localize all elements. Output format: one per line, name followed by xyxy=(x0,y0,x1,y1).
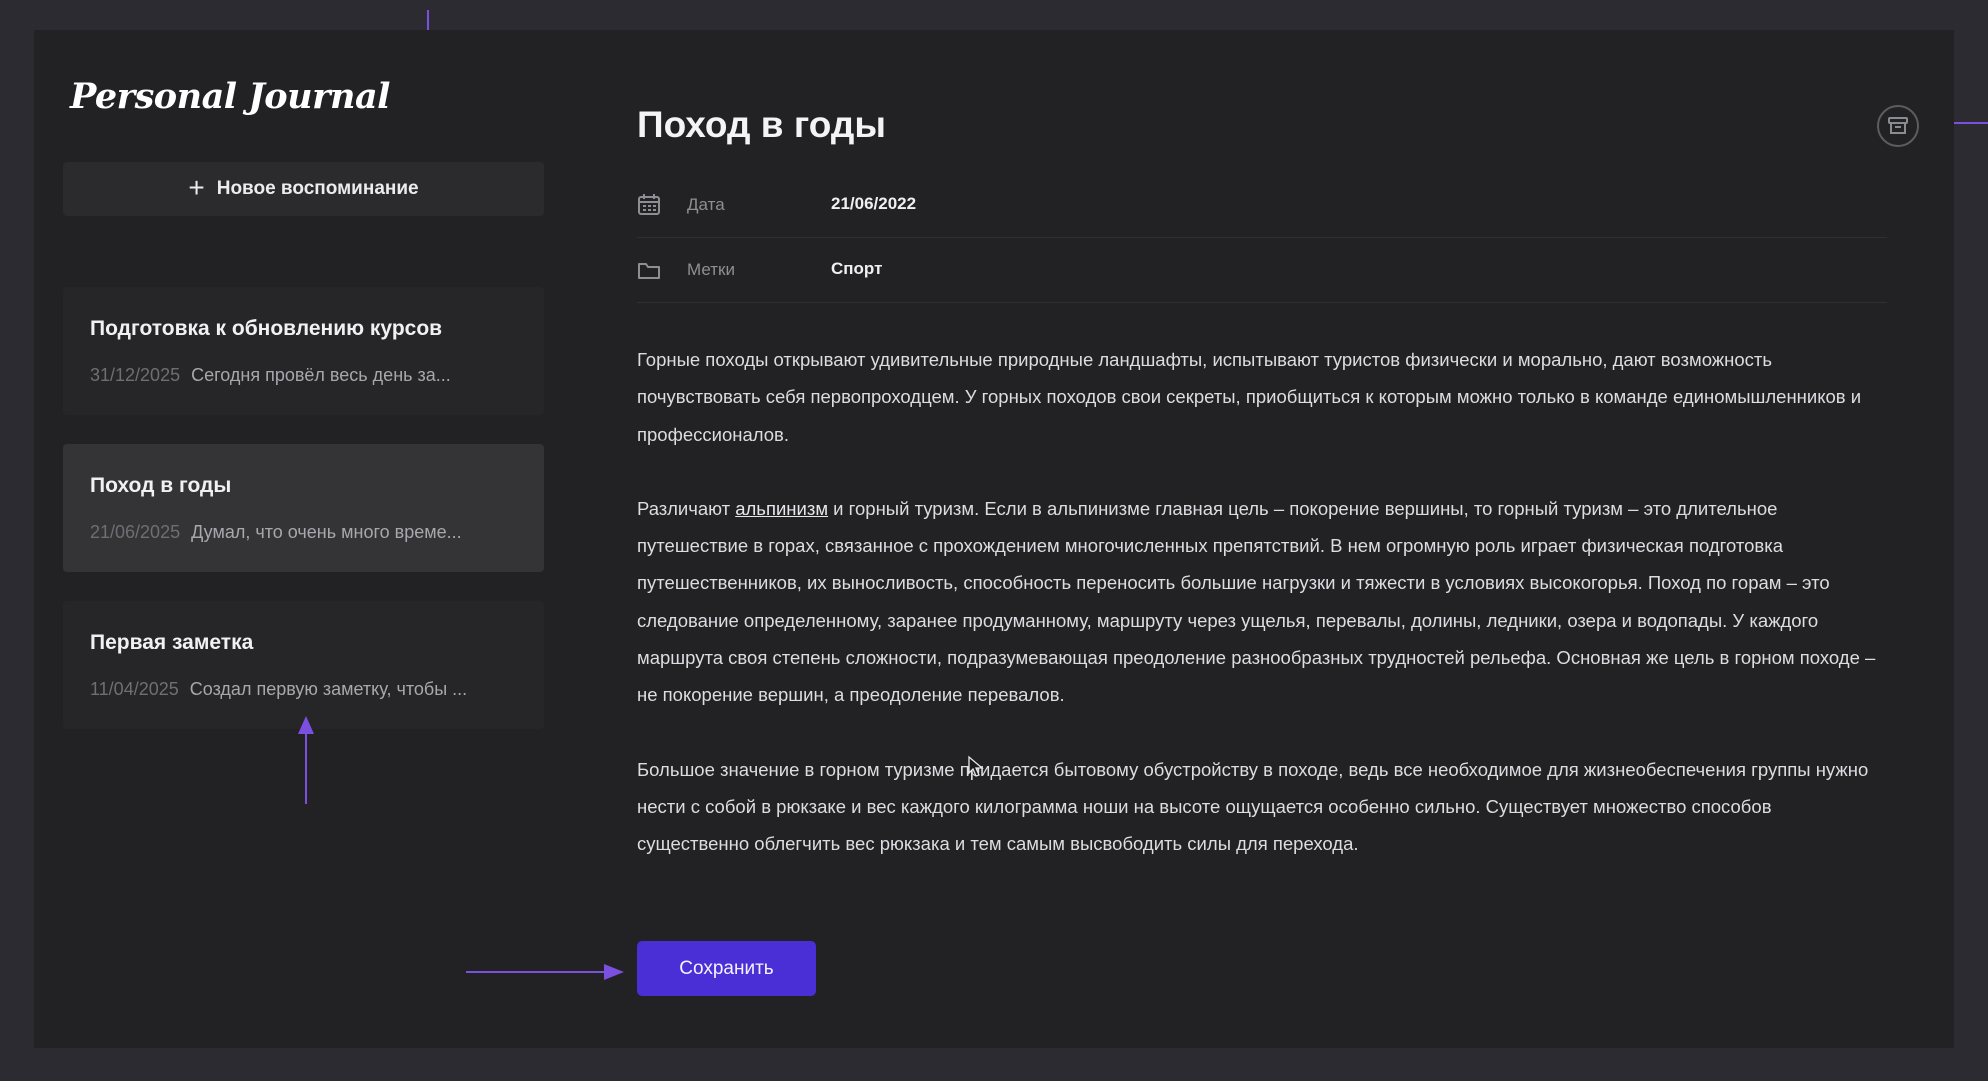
entry-date: 11/04/2025 xyxy=(90,679,179,699)
entry-preview: Создал первую заметку, чтобы ... xyxy=(189,679,468,699)
entry-card-active[interactable]: Поход в годы 21/06/2025 Думал, что очень … xyxy=(63,444,544,572)
annotation-arrow-bottom xyxy=(298,716,314,804)
archive-icon xyxy=(1888,117,1908,134)
entry-card[interactable]: Подготовка к обновлению курсов 31/12/202… xyxy=(63,287,544,415)
date-label: Дата xyxy=(687,195,725,214)
entry-title: Первая заметка xyxy=(90,631,254,654)
save-button[interactable]: Сохранить xyxy=(637,941,816,996)
mouse-cursor-icon xyxy=(968,755,984,777)
entry-meta: 11/04/2025 Создал первую заметку, чтобы .… xyxy=(90,679,517,700)
paragraph-text: Различают xyxy=(637,497,736,519)
entry-card[interactable]: Первая заметка 11/04/2025 Создал первую з… xyxy=(63,601,544,729)
entry-title-input[interactable]: Поход в годы xyxy=(637,104,886,146)
entry-preview: Думал, что очень много време... xyxy=(191,522,462,542)
entry-title: Поход в годы xyxy=(90,474,232,497)
entry-meta: 31/12/2025 Сегодня провёл весь день за... xyxy=(90,365,517,386)
entry-meta: 21/06/2025 Думал, что очень много време..… xyxy=(90,522,517,543)
new-memory-button[interactable]: + Новое воспоминание xyxy=(63,162,544,216)
app-logo: Personal Journal xyxy=(70,76,390,117)
new-memory-label: Новое воспоминание xyxy=(216,178,419,199)
date-row: Дата 21/06/2022 xyxy=(637,173,1887,238)
entry-date: 31/12/2025 xyxy=(90,365,181,385)
paragraph-text: и горный туризм. Если в альпинизме главн… xyxy=(637,497,1876,706)
tags-label: Метки xyxy=(687,260,735,279)
entry-body[interactable]: Горные походы открывают удивительные при… xyxy=(637,341,1887,900)
entry-title: Подготовка к обновлению курсов xyxy=(90,317,443,340)
body-paragraph: Большое значение в горном туризме придае… xyxy=(637,758,1869,855)
app-window: Personal Journal + Новое воспоминание По… xyxy=(34,30,1954,1048)
alpinism-link[interactable]: альпинизм xyxy=(735,498,828,519)
body-paragraph: Горные походы открывают удивительные при… xyxy=(637,349,1862,445)
body-paragraph: Различают альпинизм и горный туризм. Есл… xyxy=(637,490,1887,714)
plus-icon: + xyxy=(188,171,205,203)
archive-button[interactable] xyxy=(1877,105,1919,147)
tags-value[interactable]: Спорт xyxy=(831,259,882,279)
date-value[interactable]: 21/06/2022 xyxy=(831,194,916,214)
tags-row: Метки Спорт xyxy=(637,238,1887,303)
folder-icon xyxy=(638,263,660,279)
annotation-arrow-left xyxy=(466,964,624,980)
entry-date: 21/06/2025 xyxy=(90,522,181,542)
entry-preview: Сегодня провёл весь день за... xyxy=(191,365,451,385)
calendar-icon xyxy=(638,194,660,215)
entry-list: Подготовка к обновлению курсов 31/12/202… xyxy=(63,287,544,758)
